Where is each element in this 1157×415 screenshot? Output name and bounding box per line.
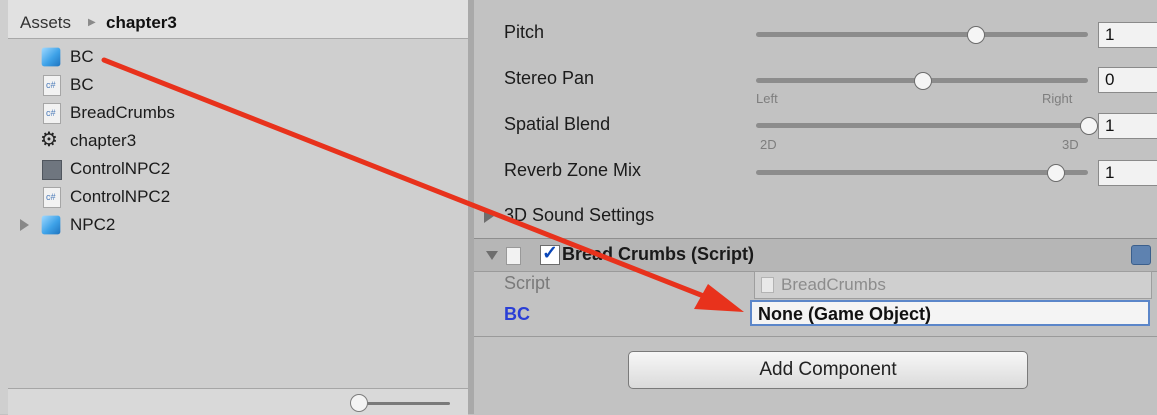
script-label: Script — [504, 273, 551, 293]
bc-field-label: BC — [504, 304, 530, 324]
asset-item-label: BreadCrumbs — [70, 103, 175, 122]
asset-item-label: ControlNPC2 — [70, 187, 171, 206]
component-enabled-checkbox[interactable]: ✓ — [540, 244, 560, 265]
stereo-pan-value-field[interactable]: 0 — [1098, 67, 1157, 93]
pitch-value: 1 — [1105, 25, 1115, 44]
script-reference-value: BreadCrumbs — [781, 275, 886, 294]
spatial-blend-slider-handle[interactable] — [1080, 117, 1098, 135]
reverb-zone-mix-value: 1 — [1105, 163, 1115, 182]
help-book-icon[interactable] — [1131, 245, 1151, 265]
stereo-pan-max-label: Right — [1042, 91, 1073, 106]
spatial-blend-slider-track[interactable] — [756, 123, 1088, 128]
asset-item-label: NPC2 — [70, 215, 116, 234]
spatial-blend-value: 1 — [1105, 116, 1115, 135]
spatial-blend-max-label: 3D — [1062, 137, 1079, 152]
project-bottom-bar — [8, 388, 468, 415]
unity-scene-icon: ⚙ — [40, 129, 58, 151]
sound-settings-foldout[interactable]: 3D Sound Settings — [504, 205, 654, 226]
asset-item-label: BC — [70, 47, 94, 66]
stereo-pan-min-label: Left — [756, 91, 778, 106]
breadcrumb-chapter3[interactable]: chapter3 — [106, 13, 177, 33]
icon-size-slider-handle[interactable] — [350, 394, 368, 412]
script-file-icon — [43, 187, 61, 208]
prefab-cube-icon — [41, 215, 61, 235]
pitch-label: Pitch — [504, 22, 545, 42]
pitch-slider-track[interactable] — [756, 32, 1088, 37]
reverb-zone-mix-value-field[interactable]: 1 — [1098, 160, 1157, 186]
script-file-icon — [506, 247, 521, 265]
reverb-zone-mix-slider-handle[interactable] — [1046, 164, 1065, 182]
divider — [474, 336, 1157, 337]
foldout-arrow-icon[interactable] — [484, 209, 494, 223]
reverb-zone-mix-label: Reverb Zone Mix — [504, 160, 642, 180]
asset-item-label: ControlNPC2 — [70, 159, 171, 178]
breadcrumb-separator-icon: ▶ — [88, 17, 96, 28]
component-title: Bread Crumbs (Script) — [562, 244, 755, 264]
script-reference-field[interactable]: BreadCrumbs — [754, 271, 1152, 299]
stereo-pan-label: Stereo Pan — [504, 68, 595, 88]
asset-item-label: chapter3 — [70, 131, 137, 150]
icon-size-slider-track[interactable] — [358, 402, 450, 405]
pitch-slider-handle[interactable] — [967, 26, 986, 44]
spatial-blend-min-label: 2D — [760, 137, 777, 152]
script-file-icon — [43, 75, 61, 96]
breadcrumb: Assets ▶ chapter3 — [8, 0, 468, 39]
script-file-icon — [43, 103, 61, 124]
stereo-pan-value: 0 — [1105, 70, 1115, 89]
animator-controller-icon — [42, 160, 62, 180]
inspector-panel: Pitch 1 Stereo Pan Left Right 0 Spatial … — [474, 0, 1157, 414]
spatial-blend-value-field[interactable]: 1 — [1098, 113, 1157, 139]
collapse-arrow-icon[interactable] — [486, 251, 498, 260]
breadcrumb-assets[interactable]: Assets — [20, 13, 71, 33]
asset-item-label: BC — [70, 75, 94, 94]
script-file-icon — [761, 277, 774, 293]
pitch-value-field[interactable]: 1 — [1098, 22, 1157, 48]
add-component-button[interactable]: Add Component — [628, 351, 1028, 389]
expand-arrow-icon[interactable] — [20, 219, 29, 231]
bc-gameobject-field[interactable]: None (Game Object) — [750, 300, 1150, 326]
bc-gameobject-value: None (Game Object) — [758, 304, 932, 324]
project-panel: Assets ▶ chapter3 BC BC BreadCrumbs ⚙ ch… — [0, 0, 469, 415]
component-header[interactable]: ✓ Bread Crumbs (Script) — [474, 238, 1157, 272]
spatial-blend-label: Spatial Blend — [504, 114, 611, 134]
stereo-pan-slider-handle[interactable] — [914, 72, 932, 90]
prefab-cube-icon — [41, 47, 61, 67]
reverb-zone-mix-slider-track[interactable] — [756, 170, 1088, 175]
